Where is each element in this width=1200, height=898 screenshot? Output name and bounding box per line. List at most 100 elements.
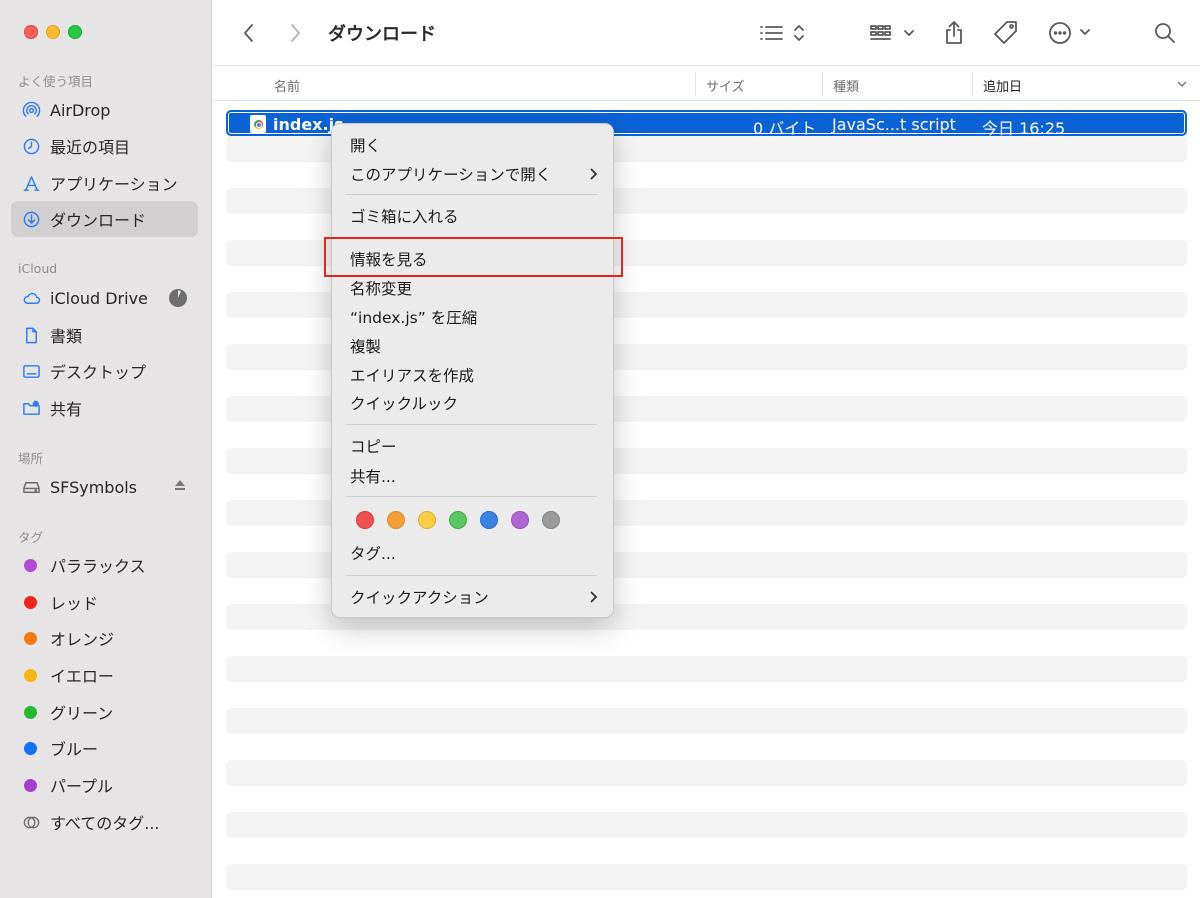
forward-icon[interactable] xyxy=(283,18,307,48)
sidebar-item-icloud-drive[interactable]: iCloud Drive xyxy=(11,280,198,316)
annotation-highlight-box xyxy=(324,237,623,277)
sidebar-item-label: オレンジ xyxy=(50,630,115,649)
context-menu: 開く このアプリケーションで開く ゴミ箱に入れる 情報を見る 名称変更 “ind… xyxy=(331,123,614,618)
menu-item-tags[interactable]: タグ... xyxy=(350,541,396,565)
more-icon[interactable] xyxy=(1047,18,1097,48)
column-kind[interactable]: 種類 xyxy=(833,76,859,95)
zoom-window-button[interactable] xyxy=(68,25,82,39)
document-icon xyxy=(21,325,41,345)
tag-color-dot xyxy=(24,595,37,609)
sidebar-item-label: レッド xyxy=(50,594,99,613)
menu-item-open[interactable]: 開く xyxy=(350,133,381,157)
cloud-icon xyxy=(21,288,41,308)
tag-color-gray[interactable] xyxy=(542,511,560,529)
sidebar-section-favorites: よく使う項目 xyxy=(18,74,94,89)
chrome-file-icon xyxy=(250,115,266,133)
sidebar-item-recents[interactable]: 最近の項目 xyxy=(11,128,198,164)
chevron-right-icon xyxy=(590,168,598,180)
menu-item-move-to-trash[interactable]: ゴミ箱に入れる xyxy=(350,204,459,228)
menu-item-open-with[interactable]: このアプリケーションで開く xyxy=(350,162,600,186)
tag-color-dot xyxy=(24,705,37,719)
desktop-icon xyxy=(21,361,41,381)
sidebar-item-tag-parallax[interactable]: パララックス xyxy=(11,547,198,583)
sidebar-item-tag-yellow[interactable]: イエロー xyxy=(11,657,198,693)
menu-item-make-alias[interactable]: エイリアスを作成 xyxy=(350,363,474,387)
tag-color-red[interactable] xyxy=(356,511,374,529)
tag-color-blue[interactable] xyxy=(480,511,498,529)
tag-color-dot xyxy=(24,631,37,645)
menu-item-rename[interactable]: 名称変更 xyxy=(350,276,412,300)
menu-item-compress[interactable]: “index.js” を圧縮 xyxy=(350,305,477,329)
sidebar-item-airdrop[interactable]: AirDrop xyxy=(11,92,198,128)
sidebar-item-applications[interactable]: アプリケーション xyxy=(11,165,198,201)
eject-icon[interactable] xyxy=(172,477,188,497)
menu-item-label: クイックアクション xyxy=(350,589,489,607)
sidebar-item-sfsymbols[interactable]: SFSymbols xyxy=(11,469,198,505)
menu-item-duplicate[interactable]: 複製 xyxy=(350,334,381,358)
menu-separator xyxy=(346,194,597,195)
sidebar-item-tag-purple[interactable]: パープル xyxy=(11,767,198,803)
sidebar-item-label: ブルー xyxy=(50,740,99,759)
tag-color-orange[interactable] xyxy=(387,511,405,529)
menu-separator xyxy=(346,424,597,425)
shared-folder-icon xyxy=(21,398,41,418)
tag-color-green[interactable] xyxy=(449,511,467,529)
sidebar-item-tag-green[interactable]: グリーン xyxy=(11,694,198,730)
close-window-button[interactable] xyxy=(24,25,38,39)
column-divider[interactable] xyxy=(972,72,973,96)
sidebar-item-shared[interactable]: 共有 xyxy=(11,390,198,426)
sidebar-item-documents[interactable]: 書類 xyxy=(11,317,198,353)
column-size[interactable]: サイズ xyxy=(706,76,745,95)
applications-icon xyxy=(21,173,41,193)
sort-chevron-icon[interactable] xyxy=(1176,79,1188,89)
sidebar-item-tag-red[interactable]: レッド xyxy=(11,584,198,620)
sidebar-item-tag-blue[interactable]: ブルー xyxy=(11,730,198,766)
file-size: 0 バイト xyxy=(753,119,817,138)
sidebar-item-downloads[interactable]: ダウンロード xyxy=(11,201,198,237)
sidebar-item-desktop[interactable]: デスクトップ xyxy=(11,353,198,389)
sidebar-section-locations: 場所 xyxy=(18,451,44,466)
clock-icon xyxy=(21,136,41,156)
minimize-window-button[interactable] xyxy=(46,25,60,39)
menu-item-quick-look[interactable]: クイックルック xyxy=(350,391,458,415)
menu-item-label: このアプリケーションで開く xyxy=(350,166,552,184)
sidebar-item-all-tags[interactable]: すべてのタグ... xyxy=(11,804,198,840)
column-header: 名前 サイズ 種類 追加日 xyxy=(213,67,1200,101)
tag-color-dot xyxy=(24,668,37,682)
column-name[interactable]: 名前 xyxy=(274,76,300,95)
tag-color-dot xyxy=(24,778,37,792)
column-date-added[interactable]: 追加日 xyxy=(983,76,1022,95)
menu-separator xyxy=(346,575,597,576)
sidebar-item-label: パララックス xyxy=(50,557,146,576)
menu-item-quick-actions[interactable]: クイックアクション xyxy=(350,585,600,609)
column-divider[interactable] xyxy=(822,72,823,96)
tag-color-purple[interactable] xyxy=(511,511,529,529)
menu-item-copy[interactable]: コピー xyxy=(350,434,397,458)
search-icon[interactable] xyxy=(1151,18,1179,48)
sidebar-item-label: 最近の項目 xyxy=(50,138,131,157)
sidebar-item-label: 書類 xyxy=(50,327,83,346)
sidebar-section-tags: タグ xyxy=(18,530,44,545)
tag-color-dot xyxy=(24,558,37,572)
tag-color-yellow[interactable] xyxy=(418,511,436,529)
empty-row xyxy=(226,656,1187,682)
window-controls xyxy=(24,25,82,39)
back-icon[interactable] xyxy=(237,18,261,48)
file-date-added: 今日 16:25 xyxy=(982,119,1066,138)
column-divider[interactable] xyxy=(695,72,696,96)
sidebar-item-label: アプリケーション xyxy=(50,175,178,194)
sidebar-item-label: すべてのタグ... xyxy=(50,814,160,833)
all-tags-icon xyxy=(21,812,41,832)
sidebar-item-label: 共有 xyxy=(50,400,83,419)
list-view-icon[interactable] xyxy=(758,18,810,48)
empty-row xyxy=(226,812,1187,838)
sidebar-item-tag-orange[interactable]: オレンジ xyxy=(11,620,198,656)
share-icon[interactable] xyxy=(941,18,967,48)
window-title: ダウンロード xyxy=(328,24,436,45)
group-icon[interactable] xyxy=(868,18,918,48)
tag-icon[interactable] xyxy=(991,18,1021,48)
menu-item-share[interactable]: 共有... xyxy=(350,464,396,488)
airdrop-icon xyxy=(21,100,41,120)
sidebar: よく使う項目 AirDrop 最近の項目 アプリケーション ダウンロード iCl… xyxy=(0,0,212,898)
tag-color-picker xyxy=(356,511,560,529)
